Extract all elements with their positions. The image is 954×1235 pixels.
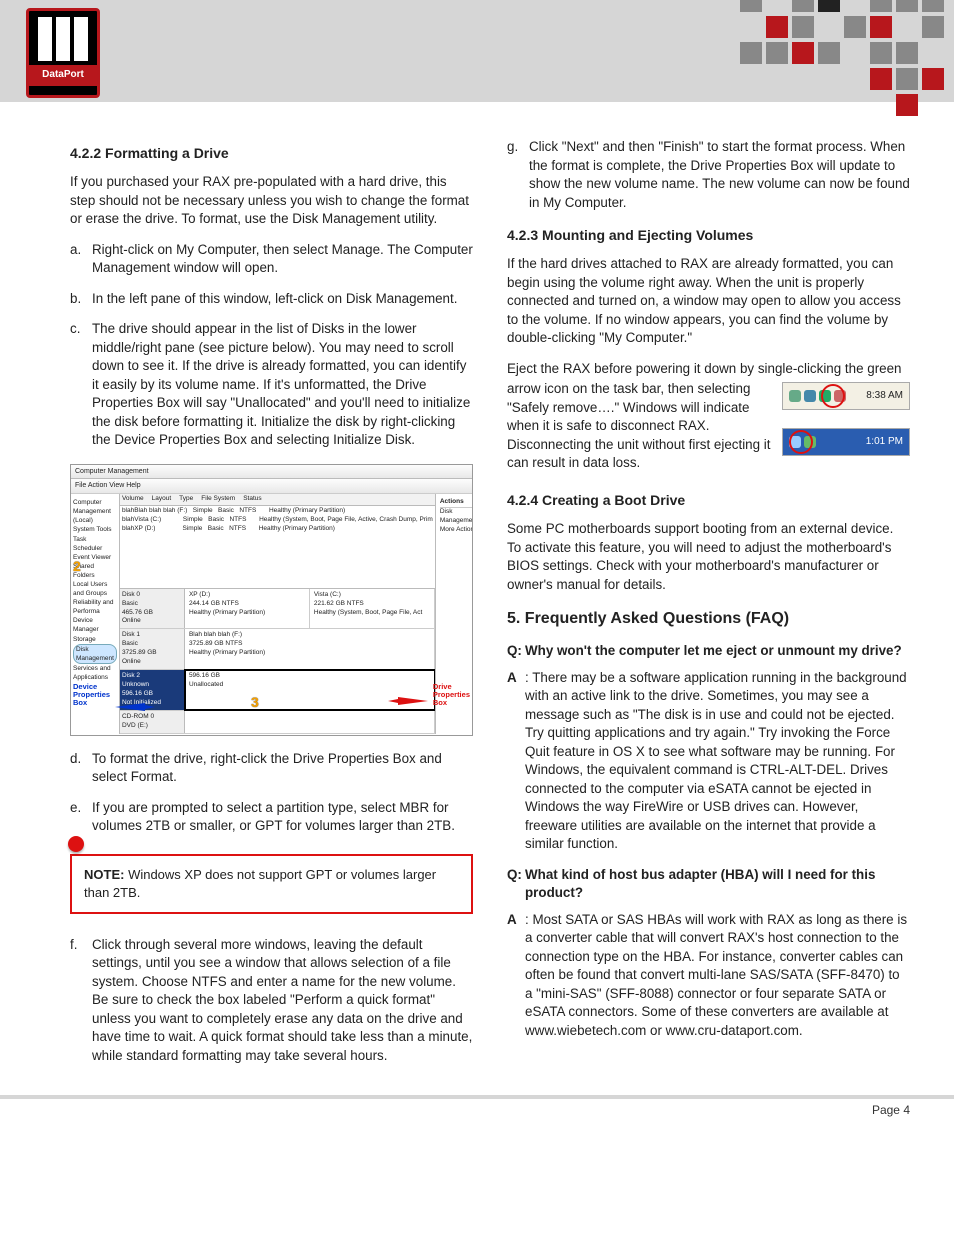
page-content: 4.2.2 Formatting a Drive If you purchase…	[0, 102, 954, 1095]
faq-a1: : There may be a software application ru…	[525, 670, 907, 852]
systray-vista: 1:01 PM	[782, 428, 910, 456]
para-boot: Some PC motherboards support booting fro…	[507, 520, 910, 594]
highlight-circle-icon	[821, 384, 845, 408]
systray-figures: 8:38 AM 1:01 PM	[782, 382, 910, 474]
cru-logo: DataPort	[26, 8, 100, 98]
heading-424: 4.2.4 Creating a Boot Drive	[507, 491, 910, 510]
fig-marker-3: 3	[251, 693, 259, 712]
heading-faq: 5. Frequently Asked Questions (FAQ)	[507, 608, 910, 630]
para-intro: If you purchased your RAX pre-populated …	[70, 173, 473, 229]
callout-device-properties: Device Properties Box	[73, 683, 110, 708]
header-band: DataPort	[0, 0, 954, 102]
step-f: Click through several more windows, leav…	[92, 937, 472, 1063]
heading-423: 4.2.3 Mounting and Ejecting Volumes	[507, 226, 910, 245]
decorative-squares	[714, 0, 944, 116]
pushpin-icon	[68, 836, 84, 852]
step-g: Click "Next" and then "Finish" to start …	[529, 139, 910, 210]
faq-q1: Why won't the computer let me eject or u…	[525, 643, 902, 658]
disk-management-screenshot: Computer Management File Action View Hel…	[70, 464, 473, 736]
faq-block: Q:Why won't the computer let me eject or…	[507, 642, 910, 1040]
step-e: If you are prompted to select a partitio…	[92, 800, 455, 834]
systray-xp: 8:38 AM	[782, 382, 910, 410]
note-gpt: NOTE: Windows XP does not support GPT or…	[70, 854, 473, 914]
para-mount: If the hard drives attached to RAX are a…	[507, 255, 910, 348]
para-eject-lead: Eject the RAX before powering it down by…	[507, 360, 910, 379]
step-c: The drive should appear in the list of D…	[92, 321, 470, 447]
heading-422: 4.2.2 Formatting a Drive	[70, 144, 473, 163]
faq-q2: What kind of host bus adapter (HBA) will…	[525, 867, 875, 901]
page-number: Page 4	[0, 1099, 954, 1133]
logo-sub: DataPort	[29, 65, 97, 86]
step-d: To format the drive, right-click the Dri…	[92, 751, 442, 785]
callout-drive-properties: Drive Properties Box	[433, 683, 470, 708]
highlight-circle-icon	[789, 430, 813, 454]
step-b: In the left pane of this window, left-cl…	[92, 291, 457, 306]
faq-a2: Most SATA or SAS HBAs will work with RAX…	[525, 912, 907, 1038]
step-a: Right-click on My Computer, then select …	[92, 242, 473, 276]
fig-marker-2: 2	[73, 557, 81, 576]
format-steps: a.Right-click on My Computer, then selec…	[70, 241, 473, 450]
